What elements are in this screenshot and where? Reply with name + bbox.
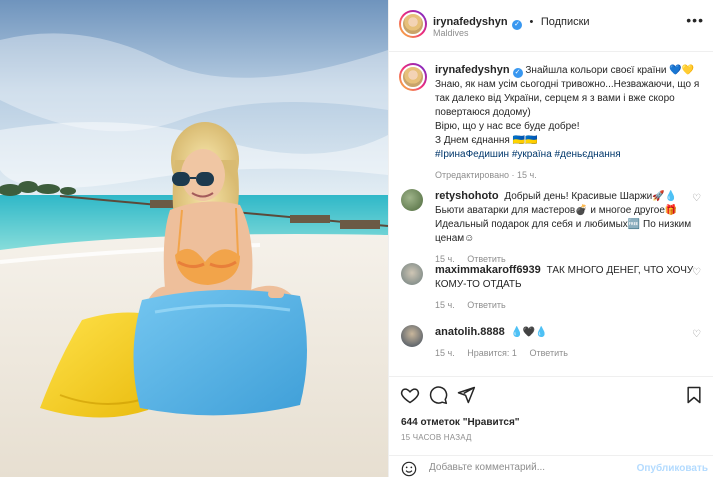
comment-input[interactable] xyxy=(429,462,649,473)
post-actions: 644 отметок "Нравится" 15 ЧАСОВ НАЗАД Оп… xyxy=(389,376,713,477)
separator-dot: • xyxy=(529,16,534,28)
author-avatar[interactable] xyxy=(399,10,427,38)
verified-badge-icon: ✓ xyxy=(512,68,523,78)
caption-line-2: Знаю, як нам усім сьогодні тривожно...Не… xyxy=(435,79,700,118)
comment-time[interactable]: 15 ч. xyxy=(435,348,455,358)
caption-username[interactable]: irynafedyshyn xyxy=(435,64,510,76)
comments-list[interactable]: irynafedyshyn ✓ Знайшла кольори своєї кра… xyxy=(389,53,713,375)
like-comment-heart-icon[interactable]: ♡ xyxy=(692,329,701,340)
commenter-username[interactable]: retyshohoto xyxy=(435,190,499,202)
publish-comment-button[interactable]: Опубликовать xyxy=(637,463,708,474)
caption-line-3: Вірю, що у нас все буде добре! xyxy=(435,121,580,132)
comment-bubble-icon[interactable] xyxy=(428,385,448,405)
commenter-username[interactable]: maximmakaroff6939 xyxy=(435,264,541,276)
save-bookmark-icon[interactable] xyxy=(684,385,704,405)
author-username[interactable]: irynafedyshyn xyxy=(433,16,508,28)
add-comment-row: Опубликовать xyxy=(389,455,713,477)
post-details-panel: irynafedyshyn ✓ • Подписки Maldives ••• … xyxy=(388,0,713,477)
following-button[interactable]: Подписки xyxy=(541,16,590,28)
like-comment-heart-icon[interactable]: ♡ xyxy=(692,267,701,278)
like-comment-heart-icon[interactable]: ♡ xyxy=(692,193,701,204)
comment-time[interactable]: 15 ч. xyxy=(435,300,455,310)
commenter-avatar[interactable] xyxy=(401,325,423,347)
post-header: irynafedyshyn ✓ • Подписки Maldives ••• xyxy=(389,0,713,52)
commenter-avatar[interactable] xyxy=(401,263,423,285)
caption-meta: Отредактировано · 15 ч. xyxy=(435,170,537,180)
like-heart-icon[interactable] xyxy=(400,385,420,405)
post-photo[interactable] xyxy=(0,0,388,477)
reply-button[interactable]: Ответить xyxy=(467,300,505,310)
commenter-avatar[interactable] xyxy=(401,189,423,211)
post-timestamp[interactable]: 15 ЧАСОВ НАЗАД xyxy=(401,433,472,442)
share-paper-plane-icon[interactable] xyxy=(456,385,476,405)
emoji-smiley-icon[interactable] xyxy=(401,461,417,477)
comment-likes[interactable]: Нравится: 1 xyxy=(467,348,517,358)
caption-avatar[interactable] xyxy=(399,63,427,91)
caption-line-4: З Днем єднання 🇺🇦🇺🇦 xyxy=(435,135,538,146)
more-options-icon[interactable]: ••• xyxy=(686,12,704,28)
commenter-username[interactable]: anatolih.8888 xyxy=(435,326,505,338)
reply-button[interactable]: Ответить xyxy=(529,348,567,358)
location-link[interactable]: Maldives xyxy=(433,28,469,38)
beach-photo-image xyxy=(0,0,388,477)
likes-count[interactable]: 644 отметок "Нравится" xyxy=(401,417,520,428)
caption-hashtags[interactable]: #ІринаФедишин #україна #деньєднання xyxy=(435,148,705,162)
verified-badge-icon: ✓ xyxy=(512,20,523,30)
caption-line-1: Знайшла кольори своєї країни 💙💛 xyxy=(525,65,695,76)
comment-text: 💧🖤💧 xyxy=(510,327,548,338)
